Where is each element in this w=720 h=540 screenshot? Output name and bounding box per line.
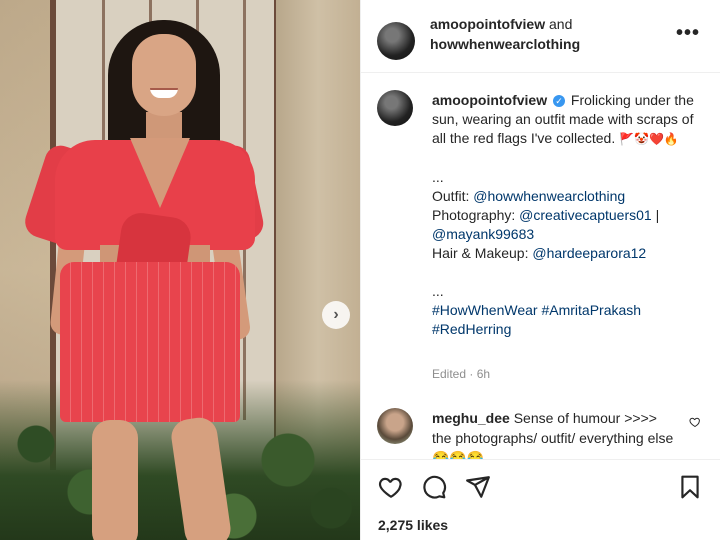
comments-area: amoopointofview ✓ Frolicking under the s… <box>361 74 720 459</box>
hashtag-amritaprakash[interactable]: #AmritaPrakash <box>541 302 641 318</box>
comment-text: meghu_dee Sense of humour >>>> the photo… <box>432 408 678 459</box>
post-authors: amoopointofview and howwhenwearclothing <box>430 14 580 54</box>
author-avatar[interactable] <box>377 22 415 60</box>
caption-avatar[interactable] <box>377 90 413 126</box>
hashtag-redherring[interactable]: #RedHerring <box>432 321 511 337</box>
photography-link-2[interactable]: @mayank99683 <box>432 226 534 242</box>
photography-link-1[interactable]: @creativecaptuers01 <box>519 207 652 223</box>
caption-emojis: 🚩🤡❤️🔥 <box>619 132 679 146</box>
author-conjunction: and <box>545 16 573 32</box>
author-username[interactable]: amoopointofview <box>430 16 545 32</box>
post-header: amoopointofview and howwhenwearclothing … <box>361 0 720 73</box>
post-photo[interactable] <box>0 0 360 540</box>
caption-dots-1: ... <box>432 169 444 185</box>
outfit-label: Outfit: <box>432 188 474 204</box>
commenter-username[interactable]: meghu_dee <box>432 410 510 426</box>
chevron-right-icon: › <box>333 306 339 323</box>
caption-username[interactable]: amoopointofview <box>432 92 547 108</box>
photo-subject-shorts <box>60 262 240 422</box>
comment-like-heart-icon[interactable] <box>689 416 701 428</box>
next-photo-button[interactable]: › <box>322 301 350 329</box>
more-icon[interactable]: ••• <box>674 22 702 50</box>
bookmark-icon[interactable] <box>677 474 703 500</box>
caption-dots-2: ... <box>432 283 444 299</box>
hair-label: Hair & Makeup: <box>432 245 533 261</box>
outfit-link[interactable]: @howwhenwearclothing <box>473 188 625 204</box>
heart-icon[interactable] <box>378 474 404 500</box>
share-icon[interactable] <box>465 474 491 500</box>
likes-count[interactable]: 2,275 likes <box>378 517 448 533</box>
photography-separator: | <box>651 207 660 223</box>
commenter-avatar[interactable] <box>377 408 413 444</box>
post-panel: amoopointofview and howwhenwearclothing … <box>360 0 720 540</box>
photo-subject-leg-left <box>92 420 138 540</box>
hashtag-howwhenwear[interactable]: #HowWhenWear <box>432 302 538 318</box>
hair-link[interactable]: @hardeeparora12 <box>532 245 646 261</box>
photo-subject-face <box>132 34 196 116</box>
photography-label: Photography: <box>432 207 520 223</box>
coauthor-username[interactable]: howwhenwearclothing <box>430 36 580 52</box>
caption-text: amoopointofview ✓ Frolicking under the s… <box>432 91 710 339</box>
verified-icon: ✓ <box>553 95 566 107</box>
comment-icon[interactable] <box>421 474 447 500</box>
edited-timestamp: Edited · 6h <box>432 367 491 381</box>
